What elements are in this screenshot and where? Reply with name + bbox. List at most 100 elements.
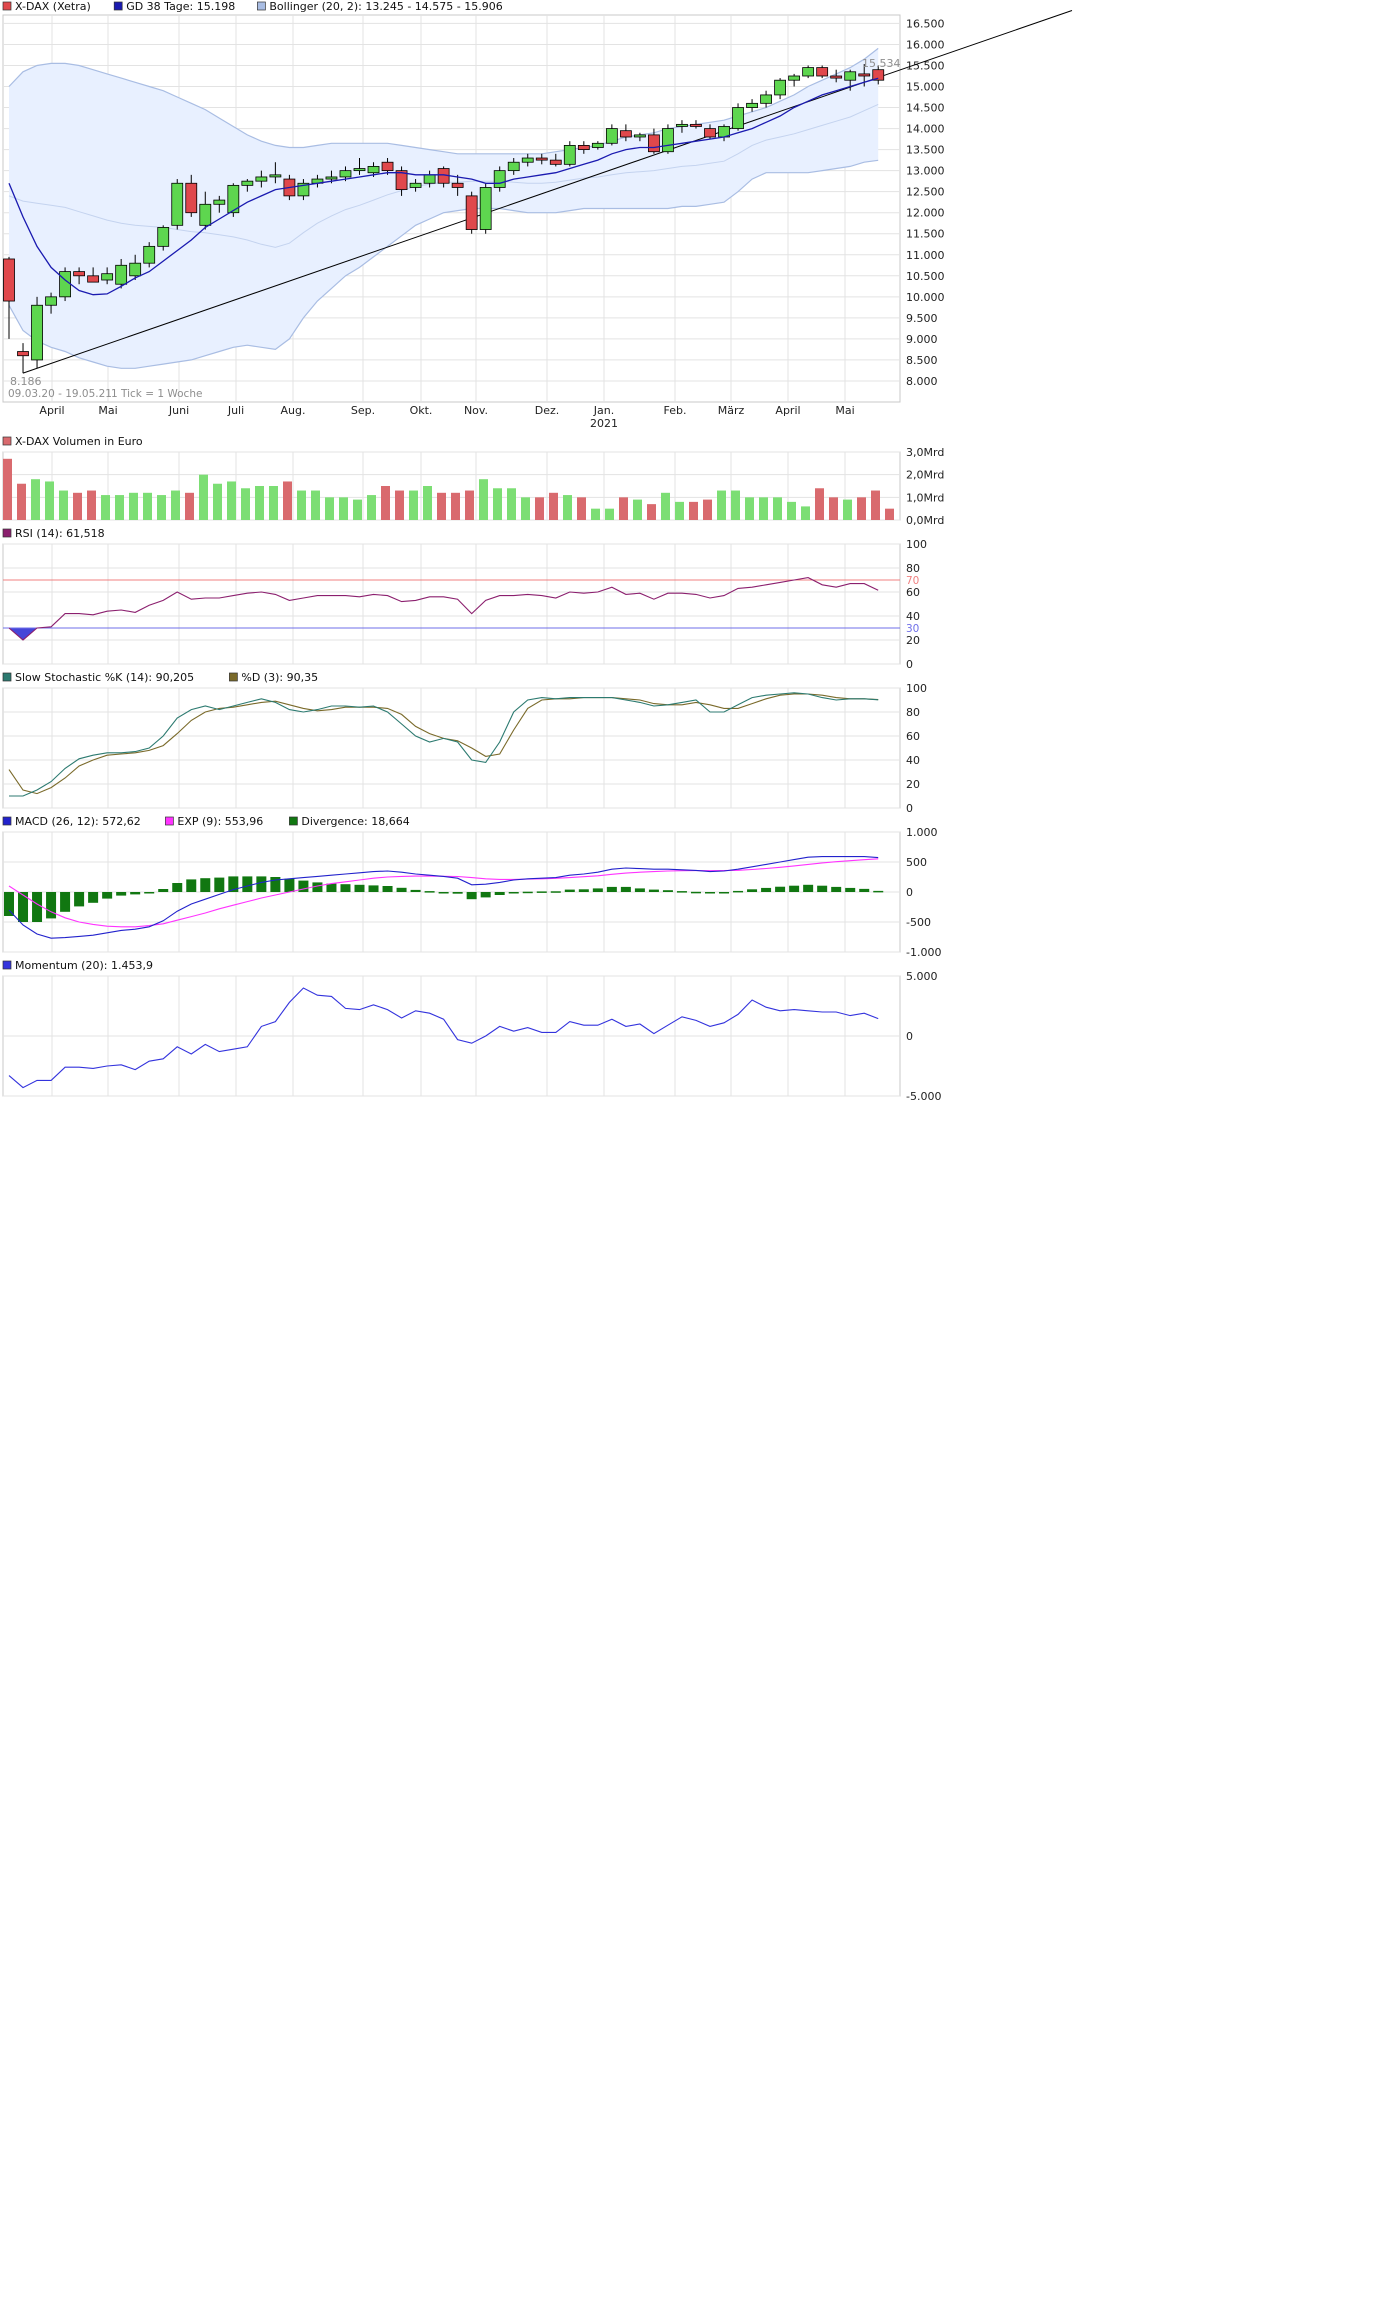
candle-body [563,145,576,165]
candle-body [241,180,254,186]
macd-divergence-bar [284,878,295,892]
candle-body [339,170,352,178]
macd-divergence-bar [60,892,71,912]
candle-body [605,128,618,144]
macd-divergence-bar [719,892,730,894]
volume-bar [143,492,152,520]
stoch-y-tick-label: 60 [906,730,920,743]
candle-body [451,182,464,188]
candle-body [59,271,71,298]
x-axis-month-label: Mai [835,404,854,417]
momentum-legend-swatch [2,960,12,970]
macd-divergence-bar [690,891,701,894]
macd-legend-label: EXP (9): 553,96 [177,815,263,828]
x-axis-month-label: Aug. [281,404,306,417]
x-axis-month-label: Sep. [351,404,375,417]
macd-divergence-bar [158,889,169,892]
price-legend-swatch [2,1,12,11]
price-y-tick-label: 9.500 [906,312,938,325]
candle-body [325,176,338,180]
candle-body [115,264,128,285]
macd-y-tick-label: -1.000 [906,946,941,959]
momentum-y-tick-label: 0 [906,1030,913,1043]
candle-body [634,134,646,138]
rsi-y-tick-label: 80 [906,562,920,575]
macd-legend-swatch [2,816,12,826]
stoch-legend-swatch [2,672,12,682]
volume-bar [885,508,894,520]
rsi-reference-label: 30 [906,623,919,635]
volume-bar [3,458,12,520]
price-y-tick-label: 12.000 [906,207,945,220]
price-legend-swatch [257,1,266,11]
price-y-tick-label: 10.500 [906,270,945,283]
macd-divergence-bar [564,889,575,892]
volume-bar [731,490,740,520]
candle-body [549,159,562,165]
volume-bar [717,490,726,520]
candle-body [423,174,436,184]
macd-divergence-bar [508,892,519,894]
volume-bar [423,486,432,520]
x-axis-year-label: 2021 [590,417,618,430]
price-legend-swatch [113,1,123,11]
volume-bar [283,481,292,520]
macd-divergence-bar [116,892,127,896]
volume-bar [269,486,278,520]
candle-body [269,174,282,178]
volume-bar [801,506,810,520]
volume-bar [647,504,656,520]
volume-bar [577,497,586,520]
macd-divergence-bar [186,879,197,892]
macd-divergence-bar [438,892,449,894]
volume-bar [451,492,460,520]
candle-body [535,157,548,161]
price-y-tick-label: 13.500 [906,144,945,157]
stoch-y-tick-label: 20 [906,778,920,791]
macd-divergence-bar [620,886,631,892]
macd-divergence-bar [424,891,435,893]
macd-divergence-bar [845,887,856,892]
candle-body [676,123,688,127]
volume-bar [199,474,208,520]
stoch-y-tick-label: 0 [906,802,913,815]
stoch-y-tick-label: 100 [906,682,927,695]
volume-bar [17,483,26,520]
volume-bar [703,499,712,520]
macd-divergence-bar [522,891,533,894]
macd-divergence-bar [873,890,884,893]
candle-body [648,134,660,153]
tick-label: 1 Tick = 1 Woche [111,388,202,400]
macd-divergence-bar [214,877,225,892]
macd-divergence-bar [172,883,183,892]
volume-bar [185,492,194,520]
volume-bar [395,490,404,520]
stoch-legend-label: %D (3): 90,35 [241,671,318,684]
price-y-tick-label: 16.000 [906,38,945,51]
candle-body [732,107,744,129]
rsi-y-tick-label: 40 [906,610,920,623]
stoch-legend-swatch [229,672,238,682]
volume-bar [871,490,880,520]
candle-body [788,75,801,81]
macd-divergence-bar [648,889,659,892]
candle-body [591,142,604,148]
volume-bar [829,497,838,520]
macd-divergence-bar [74,892,85,907]
price-y-tick-label: 14.500 [906,102,945,115]
volume-bar [353,499,362,520]
candle-body [465,195,478,230]
candle-body [746,102,758,108]
volume-bar [619,497,628,520]
stoch-y-tick-label: 40 [906,754,920,767]
candle-body [255,176,268,182]
macd-legend-swatch [165,816,174,826]
macd-divergence-bar [550,891,561,893]
candle-body [157,227,170,247]
x-axis-month-label: Feb. [664,404,687,417]
volume-y-tick-label: 0,0Mrd [906,514,944,527]
volume-bar [213,483,222,520]
volume-bar [535,497,544,520]
volume-bar [297,490,306,520]
macd-divergence-bar [18,892,29,922]
